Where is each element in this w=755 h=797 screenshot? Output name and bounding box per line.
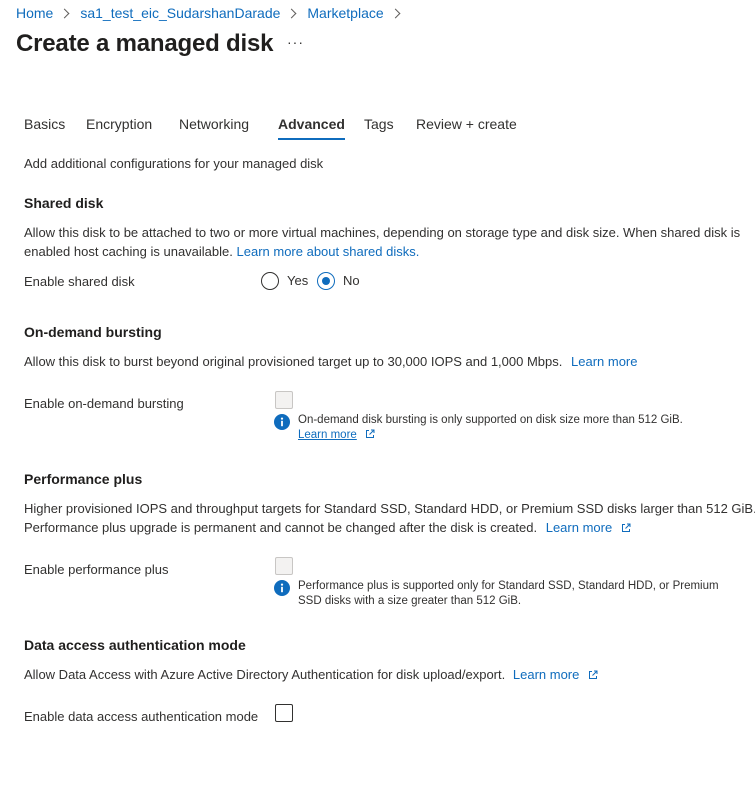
enable-perf-plus-label: Enable performance plus — [24, 562, 169, 577]
chevron-right-icon — [286, 8, 297, 18]
perf-plus-title: Performance plus — [24, 471, 143, 487]
external-link-icon — [588, 670, 598, 679]
shared-disk-desc: Allow this disk to be attached to two or… — [24, 225, 741, 240]
bursting-info-text: On-demand disk bursting is only supporte… — [298, 414, 683, 426]
enable-data-access-label: Enable data access authentication mode — [24, 709, 259, 724]
shared-disk-yes-label[interactable]: Yes — [287, 273, 308, 288]
perf-plus-info-text-2: SSD disks with a size greater than 512 G… — [298, 595, 522, 607]
tab-tags[interactable]: Tags — [364, 114, 394, 142]
breadcrumb-resource-group[interactable]: sa1_test_eic_SudarshanDarade — [80, 5, 280, 21]
tab-basics[interactable]: Basics — [24, 114, 65, 142]
perf-plus-checkbox[interactable] — [275, 557, 293, 575]
shared-disk-no-radio[interactable] — [317, 272, 335, 290]
shared-disk-learn-more-link[interactable]: Learn more about shared disks. — [237, 244, 420, 259]
data-access-title: Data access authentication mode — [24, 637, 246, 653]
info-icon — [274, 580, 290, 596]
bursting-info-learn-more-link[interactable]: Learn more — [298, 429, 357, 441]
data-access-desc-text: Allow Data Access with Azure Active Dire… — [24, 667, 506, 682]
chevron-right-icon — [59, 8, 70, 18]
breadcrumb-marketplace[interactable]: Marketplace — [307, 5, 383, 21]
tab-networking[interactable]: Networking — [179, 114, 249, 142]
shared-disk-no-label[interactable]: No — [343, 273, 360, 288]
data-access-checkbox[interactable] — [275, 704, 293, 722]
perf-plus-desc: Higher provisioned IOPS and throughput t… — [24, 501, 755, 516]
data-access-learn-more-link[interactable]: Learn more — [513, 667, 579, 682]
breadcrumb-home[interactable]: Home — [16, 5, 53, 21]
external-link-icon — [366, 429, 375, 438]
perf-plus-desc-text: Performance plus upgrade is permanent an… — [24, 520, 538, 535]
page-title: Create a managed disk — [16, 30, 274, 57]
bursting-checkbox[interactable] — [275, 391, 293, 409]
tab-review-create[interactable]: Review + create — [416, 114, 517, 142]
shared-disk-desc-2: enabled host caching is unavailable. Lea… — [24, 244, 419, 259]
perf-plus-learn-more-link[interactable]: Learn more — [546, 520, 612, 535]
tab-encryption[interactable]: Encryption — [86, 114, 152, 142]
shared-disk-yes-radio[interactable] — [261, 272, 279, 290]
bursting-desc: Allow this disk to burst beyond original… — [24, 354, 638, 369]
external-link-icon — [621, 523, 631, 532]
shared-disk-desc-text: enabled host caching is unavailable. — [24, 244, 233, 259]
shared-disk-title: Shared disk — [24, 195, 104, 211]
chevron-right-icon — [390, 8, 401, 18]
enable-bursting-label: Enable on-demand bursting — [24, 396, 184, 411]
intro-text: Add additional configurations for your m… — [24, 156, 324, 171]
info-icon — [274, 414, 290, 430]
tab-advanced[interactable]: Advanced — [278, 114, 345, 142]
perf-plus-desc-2: Performance plus upgrade is permanent an… — [24, 520, 631, 535]
more-options-button[interactable]: ··· — [287, 34, 305, 54]
enable-shared-disk-label: Enable shared disk — [24, 274, 135, 289]
data-access-desc: Allow Data Access with Azure Active Dire… — [24, 667, 598, 682]
perf-plus-info-text: Performance plus is supported only for S… — [298, 580, 719, 592]
bursting-info-link-row: Learn more — [298, 429, 375, 441]
bursting-title: On-demand bursting — [24, 324, 162, 340]
bursting-learn-more-link[interactable]: Learn more — [571, 354, 637, 369]
bursting-desc-text: Allow this disk to burst beyond original… — [24, 354, 563, 369]
breadcrumb: Home sa1_test_eic_SudarshanDarade Market… — [16, 4, 411, 22]
